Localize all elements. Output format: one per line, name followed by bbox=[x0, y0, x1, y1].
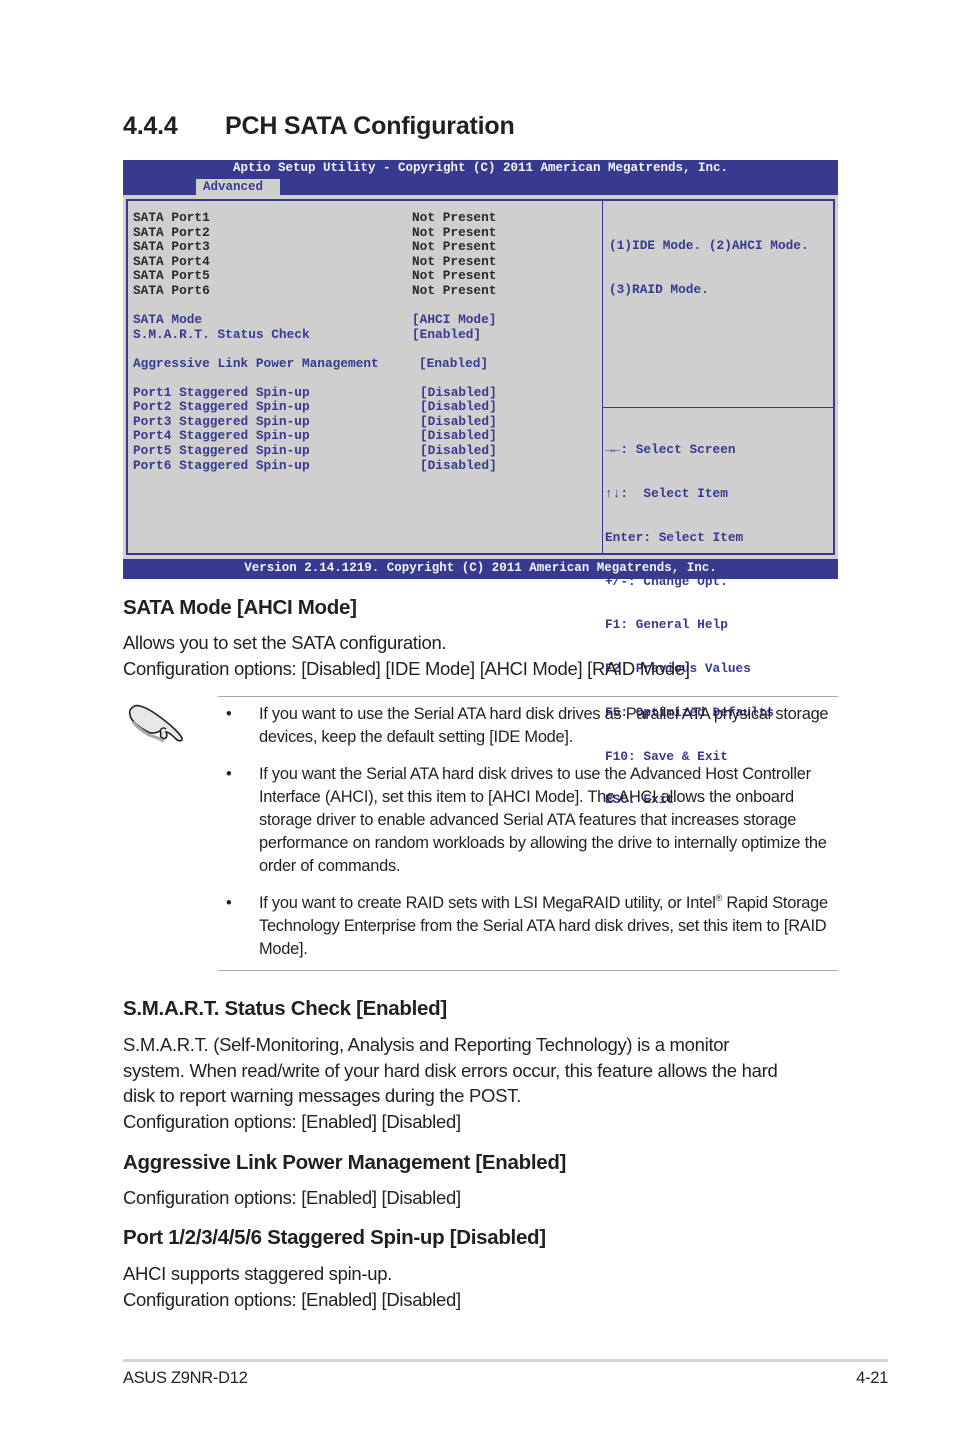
help-divider bbox=[603, 407, 833, 408]
bios-header: Aptio Setup Utility - Copyright (C) 2011… bbox=[123, 160, 838, 195]
tab-advanced[interactable]: Advanced bbox=[196, 179, 280, 195]
note-bottom-rule bbox=[218, 970, 838, 971]
bios-screenshot: Aptio Setup Utility - Copyright (C) 2011… bbox=[123, 160, 838, 807]
section-title: 4.4.4 PCH SATA Configuration bbox=[123, 112, 515, 141]
spinup-description: AHCI supports staggered spin-up. Configu… bbox=[123, 1263, 461, 1310]
spinup-heading: Port 1/2/3/4/5/6 Staggered Spin-up [Disa… bbox=[123, 1226, 546, 1249]
item-help-text: (1)IDE Mode. (2)AHCI Mode. (3)RAID Mode. bbox=[609, 238, 809, 297]
sata-mode-description: Allows you to set the SATA configuration… bbox=[123, 632, 690, 679]
note-top-rule bbox=[218, 696, 838, 697]
footer-product: ASUS Z9NR-D12 bbox=[123, 1369, 248, 1387]
bios-version: Version 2.14.1219. Copyright (C) 2011 Am… bbox=[244, 561, 717, 575]
note-item-raid: • If you want to create RAID sets with L… bbox=[226, 893, 828, 959]
key-help-enter: Enter: Select Item bbox=[605, 529, 744, 545]
alpm-description: Configuration options: [Enabled] [Disabl… bbox=[123, 1187, 461, 1208]
smart-description: S.M.A.R.T. (Self-Monitoring, Analysis an… bbox=[123, 1034, 778, 1133]
footer-page-number: 4-21 bbox=[856, 1369, 888, 1387]
bios-divider bbox=[602, 199, 603, 555]
section-heading: PCH SATA Configuration bbox=[225, 112, 515, 140]
smart-heading: S.M.A.R.T. Status Check [Enabled] bbox=[123, 997, 447, 1020]
alpm-heading: Aggressive Link Power Management [Enable… bbox=[123, 1151, 567, 1174]
note-item-ide: • If you want to use the Serial ATA hard… bbox=[226, 705, 829, 746]
footer-rule bbox=[123, 1359, 888, 1362]
bios-title: Aptio Setup Utility - Copyright (C) 2011… bbox=[232, 161, 729, 175]
section-number: 4.4.4 bbox=[123, 112, 178, 140]
note-item-ahci: • If you want the Serial ATA hard disk d… bbox=[226, 765, 827, 875]
sata-mode-heading: SATA Mode [AHCI Mode] bbox=[123, 596, 357, 619]
bios-footer: Version 2.14.1219. Copyright (C) 2011 Am… bbox=[123, 559, 838, 579]
pointing-hand-icon bbox=[128, 704, 183, 743]
key-help-select-screen: →←: Select Screen bbox=[605, 442, 736, 458]
key-help-select-item: ↑↓: Select Item bbox=[605, 485, 728, 501]
